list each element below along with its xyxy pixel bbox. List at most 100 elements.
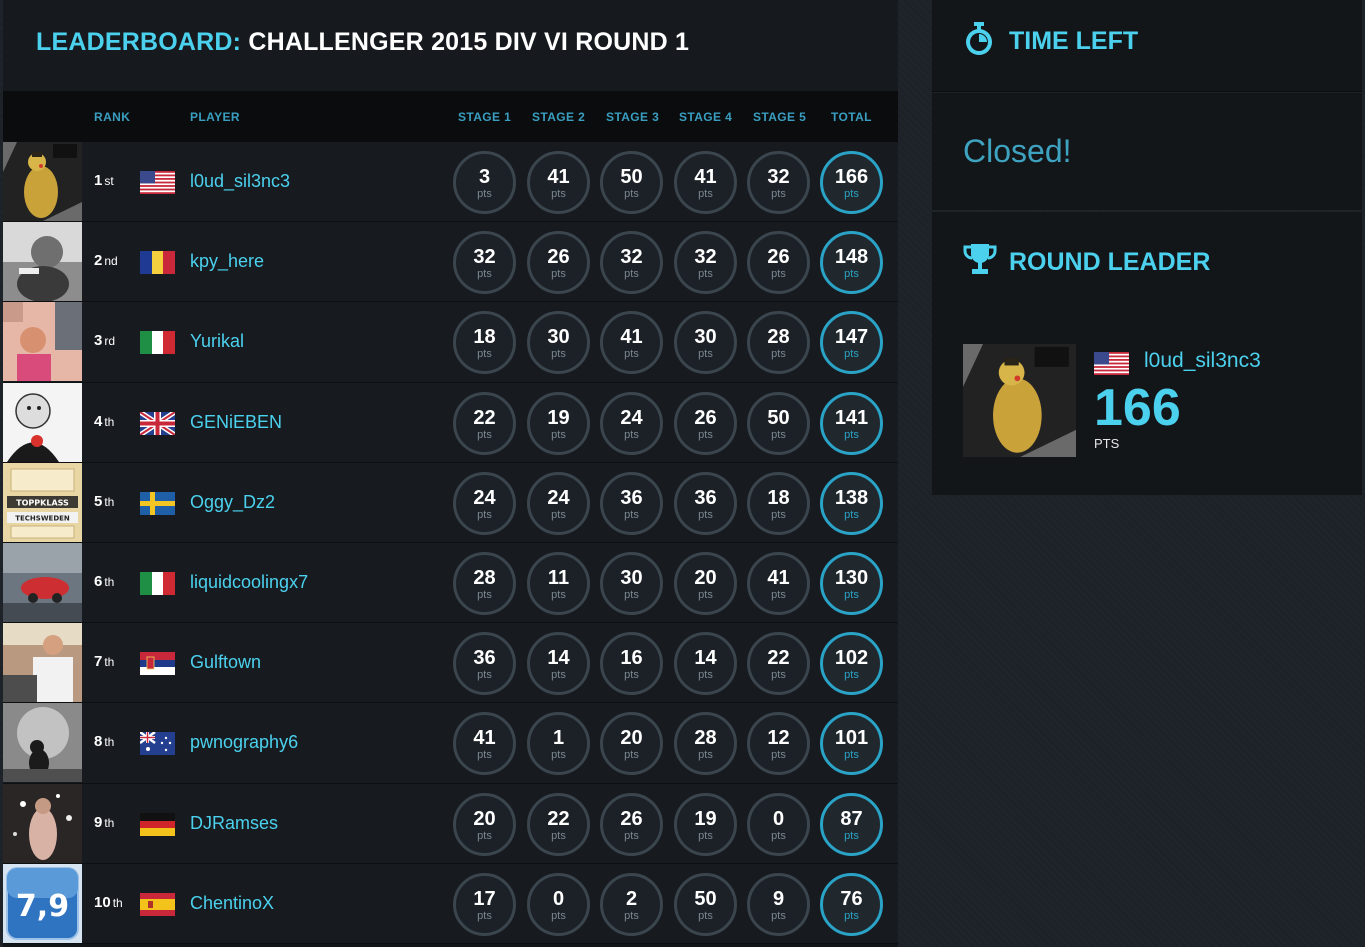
table-row[interactable]: 4th GENiEBEN 22 pts 19 pts 24 pts 26 pts 50 pts 141 p… — [3, 382, 898, 463]
rank-cell: 7th — [94, 653, 114, 670]
score-value: 22 — [547, 807, 570, 830]
stage4-score: 14 pts — [674, 632, 737, 696]
stage2-score: 11 pts — [527, 551, 590, 615]
stage2-score: 22 pts — [527, 792, 590, 856]
time-left-body: Closed! — [932, 93, 1362, 210]
player-avatar[interactable] — [3, 302, 82, 382]
table-row[interactable]: 8th pwnography6 41 pts 1 pts 20 pts 28 pts 12 pts 10… — [3, 703, 898, 784]
rank-suffix: th — [104, 655, 115, 670]
table-row[interactable]: 3rd Yurikal 18 pts 30 pts 41 pts 30 pts 28 pts 147 pt… — [3, 302, 898, 383]
score-unit: pts — [477, 909, 492, 922]
stage5-score: 22 pts — [747, 632, 810, 696]
player-name-link[interactable]: Gulftown — [190, 652, 261, 673]
score-value: 12 — [767, 727, 790, 750]
stage1-score: 36 pts — [453, 632, 516, 696]
player-name-link[interactable]: DJRamses — [190, 813, 278, 834]
player-name-link[interactable]: ChentinoX — [190, 893, 274, 914]
rank-cell: 10th — [94, 894, 123, 911]
score-value: 32 — [694, 246, 717, 269]
col-total: TOTAL — [831, 110, 872, 124]
score-value: 26 — [694, 406, 717, 429]
round-leader-avatar[interactable] — [963, 344, 1076, 457]
score-unit: pts — [698, 669, 713, 682]
time-left-title: TIME LEFT — [1009, 27, 1139, 55]
score-unit: pts — [477, 669, 492, 682]
score-unit: pts — [771, 188, 786, 200]
score-unit: pts — [624, 268, 639, 281]
score-value: 41 — [547, 166, 570, 188]
score-value: 20 — [694, 566, 717, 589]
score-value: 41 — [767, 566, 790, 589]
table-row[interactable]: 1st l0ud_sil3nc3 3 pts 41 pts 50 pts 41 pts 32 pts 1… — [3, 142, 898, 223]
col-stage2: STAGE 2 — [532, 110, 586, 124]
player-avatar[interactable] — [3, 783, 82, 863]
col-stage5: STAGE 5 — [753, 110, 807, 124]
player-avatar[interactable]: TOPPKLASS TECHSWEDEN — [3, 462, 82, 542]
total-value: 138 — [834, 486, 869, 509]
player-avatar[interactable] — [3, 142, 82, 221]
total-value: 147 — [834, 326, 869, 349]
player-name-link[interactable]: Yurikal — [190, 331, 244, 352]
score-value: 28 — [473, 566, 496, 589]
player-name-link[interactable]: GENiEBEN — [190, 412, 282, 433]
player-avatar[interactable]: 7,9 — [3, 863, 82, 943]
player-avatar[interactable] — [3, 703, 82, 783]
score-value: 26 — [547, 246, 570, 269]
stage4-score: 32 pts — [674, 231, 737, 295]
rank-number: 10 — [94, 893, 111, 911]
player-avatar[interactable] — [3, 542, 82, 622]
stage5-score: 26 pts — [747, 231, 810, 295]
player-avatar[interactable] — [3, 623, 82, 703]
time-left-header: TIME LEFT — [932, 0, 1362, 92]
stage2-score: 0 pts — [527, 872, 590, 936]
score-unit: pts — [624, 749, 639, 762]
table-row[interactable]: 2nd kpy_here 32 pts 26 pts 32 pts 32 pts 26 pts 148 p… — [3, 222, 898, 303]
stage1-score: 18 pts — [453, 311, 516, 375]
score-unit: pts — [624, 188, 639, 200]
rs-flag — [140, 652, 175, 676]
table-row[interactable]: TOPPKLASS TECHSWEDEN 5th Oggy_Dz2 24 pts 24 pts… — [3, 462, 898, 543]
round-leader-name[interactable]: l0ud_sil3nc3 — [1144, 349, 1261, 373]
rank-suffix: nd — [104, 254, 118, 269]
score-unit: pts — [624, 909, 639, 922]
score-value: 2 — [625, 887, 638, 910]
table-row[interactable]: 6th liquidcoolingx7 28 pts 11 pts 30 pts 20 pts 41… — [3, 542, 898, 624]
player-name-link[interactable]: l0ud_sil3nc3 — [190, 171, 290, 192]
score-unit: pts — [551, 588, 566, 601]
table-row[interactable]: 9th DJRamses 20 pts 22 pts 26 pts 19 pts 0 pts 87 pts — [3, 783, 898, 864]
score-unit: pts — [844, 909, 859, 922]
stage3-score: 32 pts — [600, 231, 663, 295]
rank-cell: 8th — [94, 733, 114, 750]
col-player: PLAYER — [190, 110, 240, 124]
score-unit: pts — [477, 428, 492, 441]
player-avatar[interactable] — [3, 222, 82, 302]
player-name-link[interactable]: kpy_here — [190, 251, 264, 272]
score-unit: pts — [771, 348, 786, 361]
player-avatar[interactable] — [3, 382, 82, 462]
total-score: 76 pts — [820, 872, 883, 936]
score-unit: pts — [551, 749, 566, 762]
score-unit: pts — [551, 829, 566, 842]
total-score: 147 pts — [820, 311, 883, 375]
table-row[interactable]: 7th Gulftown 36 pts 14 pts 16 pts 14 pts 22 pts 102 p… — [3, 623, 898, 704]
score-unit: pts — [477, 348, 492, 361]
score-unit: pts — [624, 669, 639, 682]
player-name-link[interactable]: Oggy_Dz2 — [190, 492, 275, 513]
score-unit: pts — [698, 829, 713, 842]
table-row[interactable]: 7,9 10th ChentinoX 17 pts 0 pts 2 pts 50 pts 9 pts 76… — [3, 863, 898, 944]
score-unit: pts — [698, 588, 713, 601]
score-value: 9 — [772, 887, 785, 910]
score-unit: pts — [624, 588, 639, 601]
score-value: 20 — [473, 807, 496, 830]
player-name-link[interactable]: liquidcoolingx7 — [190, 572, 308, 593]
score-value: 18 — [473, 326, 496, 349]
stopwatch-icon — [963, 22, 995, 61]
total-value: 130 — [834, 566, 869, 589]
score-unit: pts — [477, 749, 492, 762]
score-value: 24 — [547, 486, 570, 509]
rank-suffix: th — [112, 895, 123, 910]
score-unit: pts — [698, 909, 713, 922]
stage2-score: 26 pts — [527, 231, 590, 295]
stage4-score: 50 pts — [674, 872, 737, 936]
player-name-link[interactable]: pwnography6 — [190, 732, 298, 753]
